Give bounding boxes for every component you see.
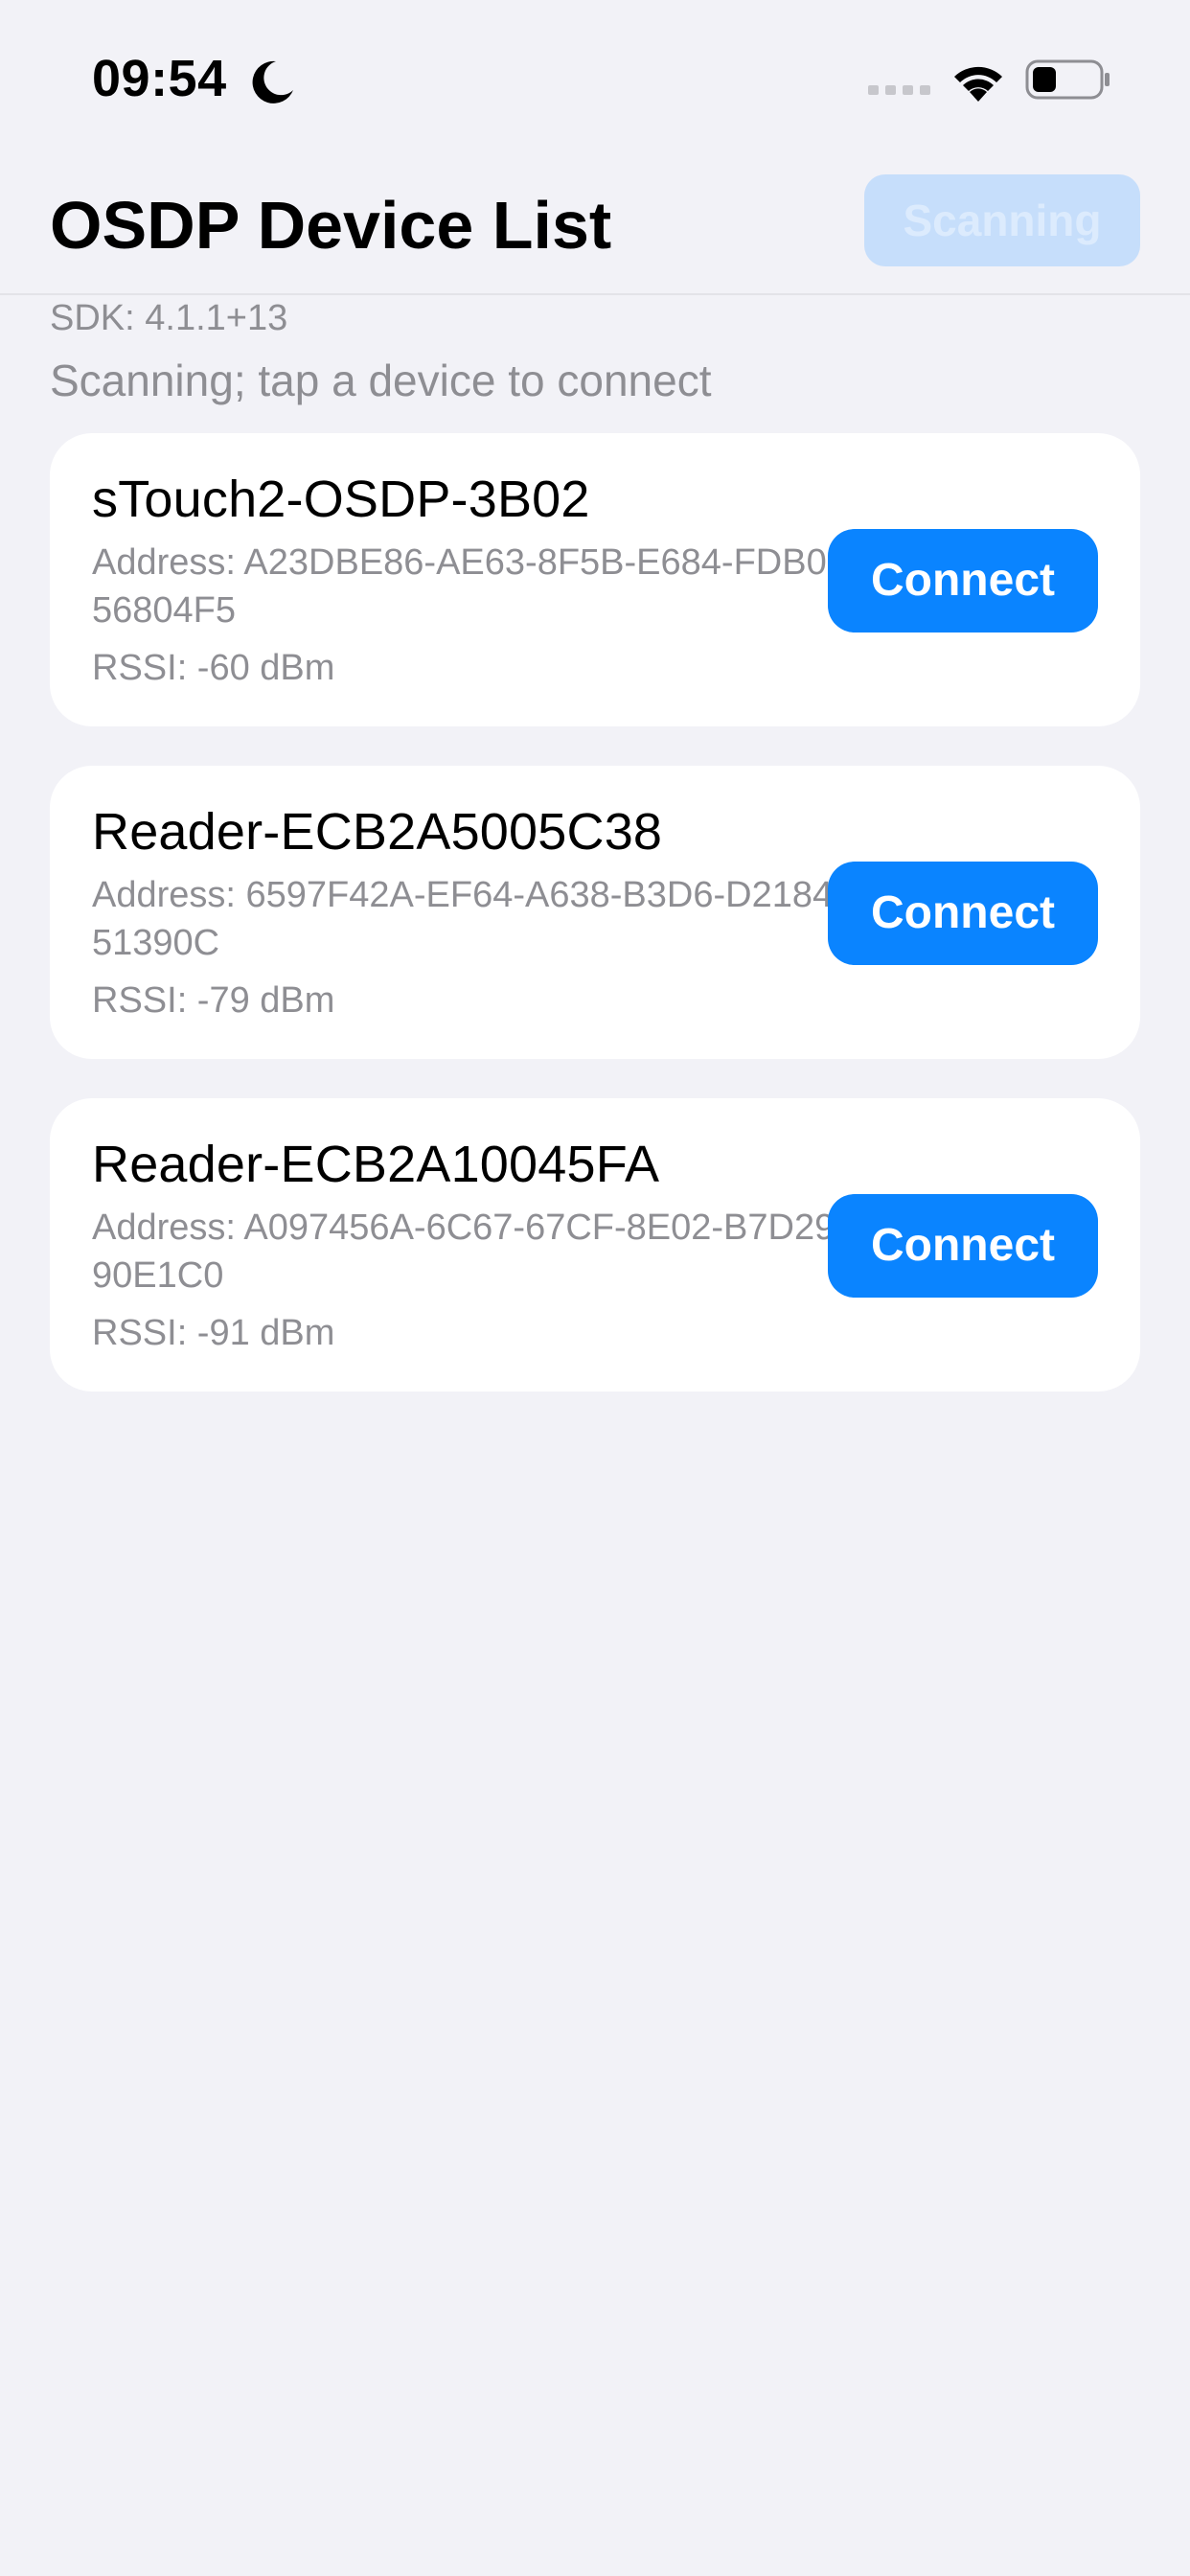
device-address: Address: A23DBE86-AE63-8F5B-E684-FDB0856…: [92, 542, 847, 631]
device-list: sTouch2-OSDP-3B02 Address: A23DBE86-AE63…: [50, 433, 1140, 1431]
device-name: Reader-ECB2A5005C38: [92, 803, 663, 861]
device-name: sTouch2-OSDP-3B02: [92, 471, 590, 528]
device-rssi: RSSI: -79 dBm: [92, 980, 335, 1021]
battery-icon: [1025, 59, 1110, 100]
device-rssi: RSSI: -91 dBm: [92, 1313, 335, 1353]
device-name: Reader-ECB2A10045FA: [92, 1136, 660, 1193]
device-address: Address: 6597F42A-EF64-A638-B3D6-D2184F5…: [92, 875, 856, 963]
status-time: 09:54: [92, 50, 227, 107]
device-card[interactable]: sTouch2-OSDP-3B02 Address: A23DBE86-AE63…: [50, 433, 1140, 726]
device-address: Address: A097456A-6C67-67CF-8E02-B7D29F9…: [92, 1208, 858, 1296]
wifi-icon: [954, 66, 1002, 102]
cellular-signal-icon: [868, 85, 930, 95]
status-bar: 09:54: [0, 0, 1190, 153]
page-title: OSDP Device List: [50, 188, 612, 263]
device-card[interactable]: Reader-ECB2A5005C38 Address: 6597F42A-EF…: [50, 766, 1140, 1059]
connect-button[interactable]: Connect: [828, 1194, 1098, 1298]
connect-button[interactable]: Connect: [828, 862, 1098, 965]
moon-icon: [252, 60, 293, 104]
scan-button[interactable]: Scanning: [864, 174, 1140, 266]
connect-button[interactable]: Connect: [828, 529, 1098, 632]
navigation-bar: OSDP Device List Scanning: [0, 153, 1190, 295]
sdk-version-label: SDK: 4.1.1+13: [50, 298, 288, 338]
scan-status-label: Scanning; tap a device to connect: [50, 356, 712, 405]
device-card[interactable]: Reader-ECB2A10045FA Address: A097456A-6C…: [50, 1098, 1140, 1392]
device-rssi: RSSI: -60 dBm: [92, 648, 335, 688]
